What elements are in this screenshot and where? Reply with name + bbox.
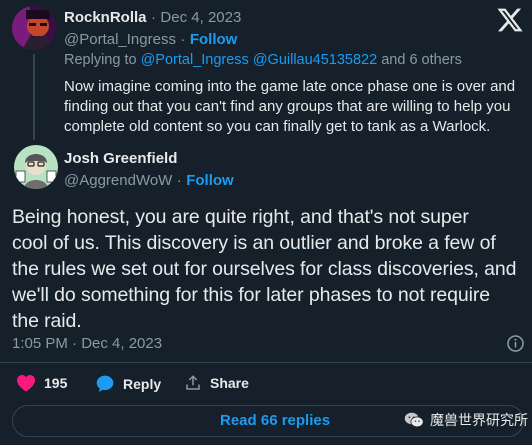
read-replies-label[interactable]: Read 66 replies (220, 412, 330, 429)
tweet-text: Now imagine coming into the game late on… (64, 77, 524, 137)
like-button[interactable]: 195 (16, 374, 67, 392)
watermark: 魔兽世界研究所 (404, 410, 528, 430)
tweet-line: Now imagine coming into the game late on… (64, 78, 516, 95)
thread-line (33, 54, 35, 140)
reply-button[interactable]: Reply (95, 374, 161, 394)
tweet-date[interactable]: Dec 4, 2023 (160, 9, 241, 26)
author-handle[interactable]: @AggrendWoW (64, 172, 172, 189)
watermark-text: 魔兽世界研究所 (430, 412, 528, 428)
replying-to-label: Replying to (64, 52, 137, 68)
x-logo-icon[interactable] (496, 6, 524, 34)
tweet-text: Being honest, you are quite right, and t… (12, 204, 524, 334)
follow-button[interactable]: Follow (186, 172, 234, 189)
author-handle[interactable]: @Portal_Ingress (64, 31, 176, 48)
info-icon[interactable] (506, 334, 525, 353)
share-button[interactable]: Share (184, 374, 249, 392)
heart-icon (17, 374, 35, 392)
like-count: 195 (44, 375, 68, 391)
separator: · (180, 31, 186, 48)
tweet-timestamp[interactable]: 1:05 PM · Dec 4, 2023 (12, 335, 162, 352)
divider (0, 362, 532, 363)
speech-bubble-icon (96, 375, 114, 392)
replying-mentions[interactable]: @Portal_Ingress @Guillau45135822 (141, 52, 378, 68)
author-name[interactable]: RocknRolla (64, 9, 147, 26)
tweet-line: Being honest, you are quite right, and t… (12, 206, 469, 228)
tweet-line: complete old content so you can finally … (64, 118, 491, 135)
tweet-line: cool of us. This discovery is an outlier… (12, 232, 496, 254)
avatar[interactable] (12, 6, 56, 50)
follow-button[interactable]: Follow (190, 31, 238, 48)
wechat-icon (404, 412, 424, 428)
tweet-line: we'll do something for this for later ph… (12, 284, 490, 306)
reply-label: Reply (123, 376, 162, 392)
avatar[interactable] (14, 145, 58, 189)
share-icon (186, 375, 200, 390)
share-label: Share (210, 375, 249, 391)
author-name[interactable]: Josh Greenfield (64, 150, 177, 167)
separator: · (150, 9, 156, 26)
tweet-line: the raid. (12, 310, 82, 332)
replying-others[interactable]: and 6 others (381, 52, 462, 68)
tweet-line: the rules we set out for ourselves for c… (12, 258, 517, 280)
separator: · (176, 172, 182, 189)
tweet-line: finding out that you can't find any grou… (64, 98, 511, 115)
